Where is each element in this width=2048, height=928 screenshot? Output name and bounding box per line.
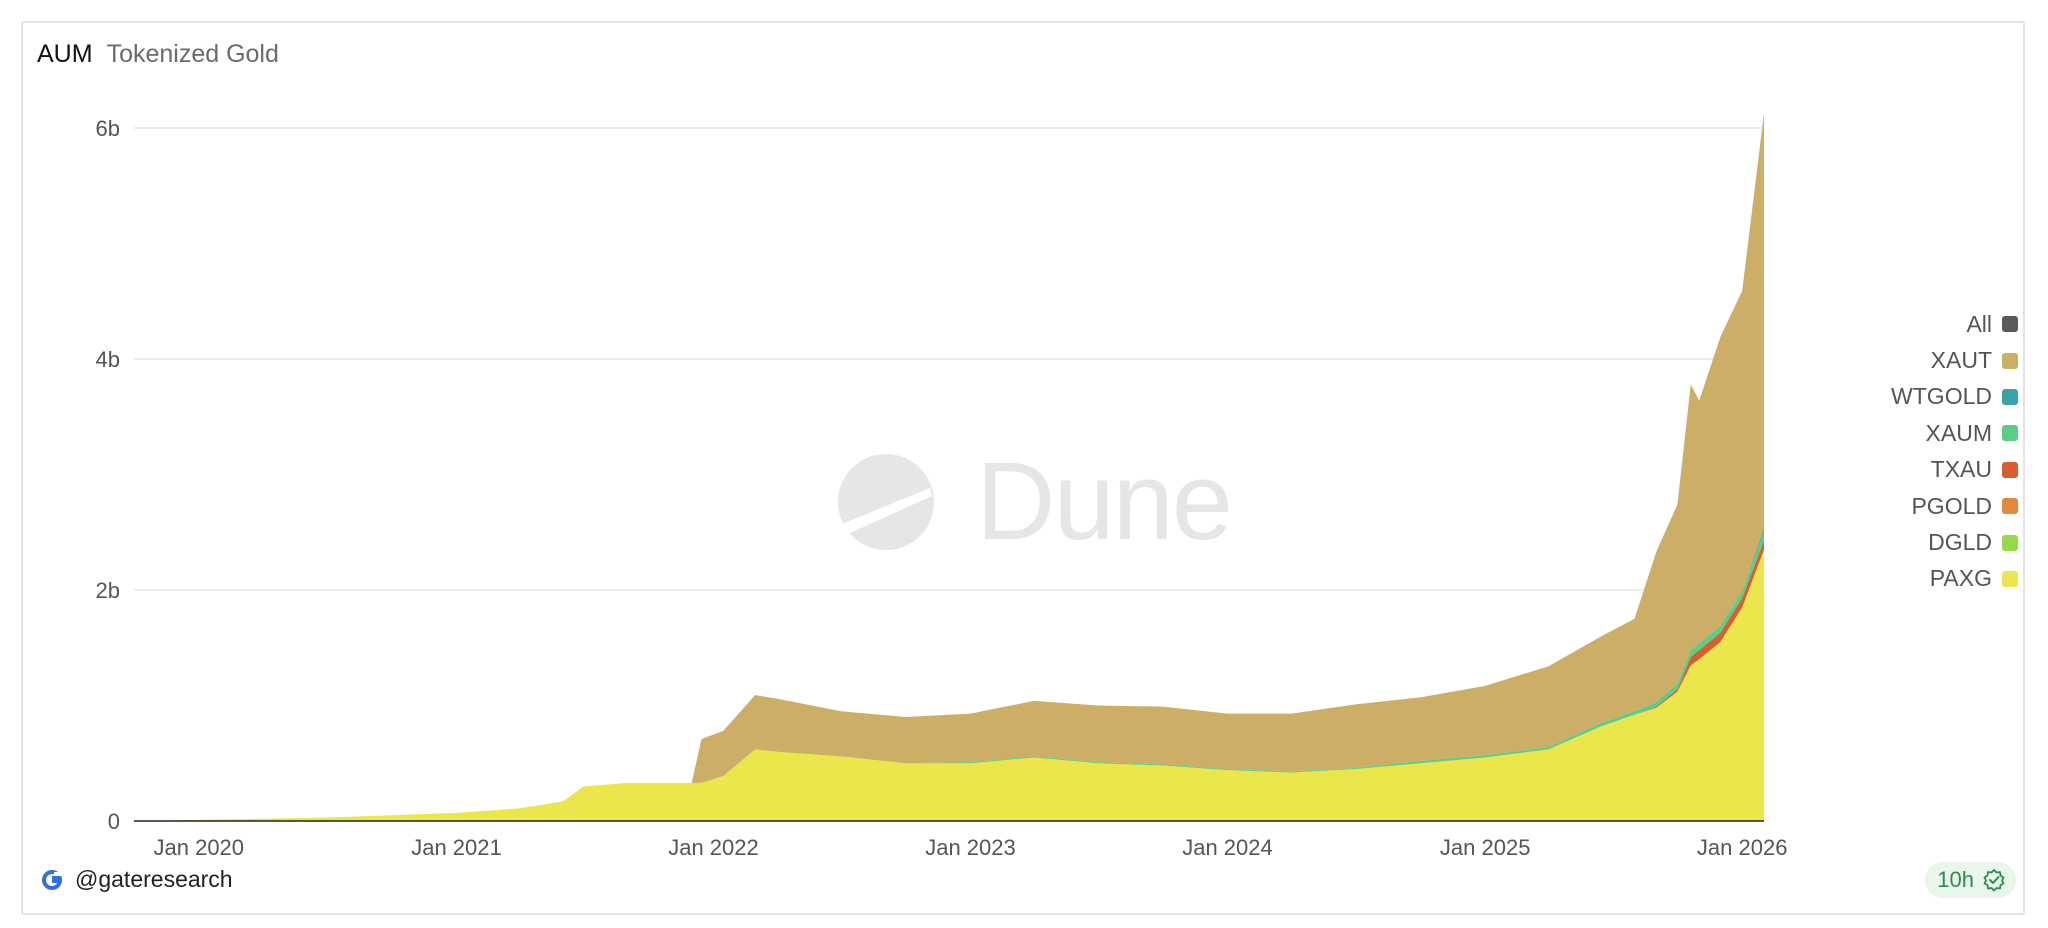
area-series-xaut [134,112,1764,822]
y-tick-label-0: 0 [108,809,120,834]
area-chart: 0 2b 4b 6b Jan 2020 Jan 2021 Jan 2022 Jan 2023 J… [96,112,1788,860]
author-handle[interactable]: @gateresearch [75,866,233,893]
legend-item-txau[interactable]: TXAU [1931,452,2018,488]
legend-swatch [2002,316,2018,333]
x-tick-label-3: Jan 2023 [925,835,1016,860]
legend-swatch [2002,388,2018,405]
legend-swatch [2002,461,2018,478]
verified-check-icon [1983,869,2005,892]
legend-label: All [1966,310,1992,337]
legend-item-dgld[interactable]: DGLD [1928,524,2018,560]
legend-label: TXAU [1930,456,1992,483]
legend-item-xaut[interactable]: XAUT [1931,342,2018,378]
legend-swatch [2002,352,2018,369]
legend-label: XAUM [1925,419,1992,446]
gate-logo-icon [42,869,62,890]
area-layer [134,112,1764,822]
legend-label: PAXG [1929,565,1992,592]
legend-label: WTGOLD [1891,383,1992,410]
legend-item-wtgold[interactable]: WTGOLD [1891,379,2018,415]
legend-item-xaum[interactable]: XAUM [1926,415,2018,451]
y-tick-label-2: 4b [96,347,120,372]
x-tick-label-4: Jan 2024 [1182,835,1273,860]
chart-legend: All XAUT WTGOLD XAUM TXAU PGOLD DGLD PAXG [1891,306,2018,597]
x-tick-label-6: Jan 2026 [1697,835,1788,860]
legend-swatch [2002,570,2018,587]
legend-item-pgold[interactable]: PGOLD [1911,488,2018,524]
y-tick-label-3: 6b [96,116,120,141]
legend-item-all[interactable]: All [1966,306,2018,342]
x-tick-label-1: Jan 2021 [411,835,502,860]
legend-label: DGLD [1928,529,1992,556]
refresh-interval: 10h [1937,867,1974,892]
legend-swatch [2002,498,2018,515]
x-tick-label-5: Jan 2025 [1440,835,1531,860]
legend-item-paxg[interactable]: PAXG [1930,561,2018,597]
legend-label: PGOLD [1911,492,1992,519]
legend-swatch [2002,425,2018,442]
x-tick-label-0: Jan 2020 [154,835,245,860]
legend-label: XAUT [1930,347,1992,374]
y-tick-label-1: 2b [96,578,120,603]
author-credit[interactable]: @gateresearch [41,866,233,893]
x-tick-label-2: Jan 2022 [668,835,759,860]
refresh-badge[interactable]: 10h [1925,862,2016,898]
legend-swatch [2002,534,2018,551]
grid-layer [134,127,1764,591]
